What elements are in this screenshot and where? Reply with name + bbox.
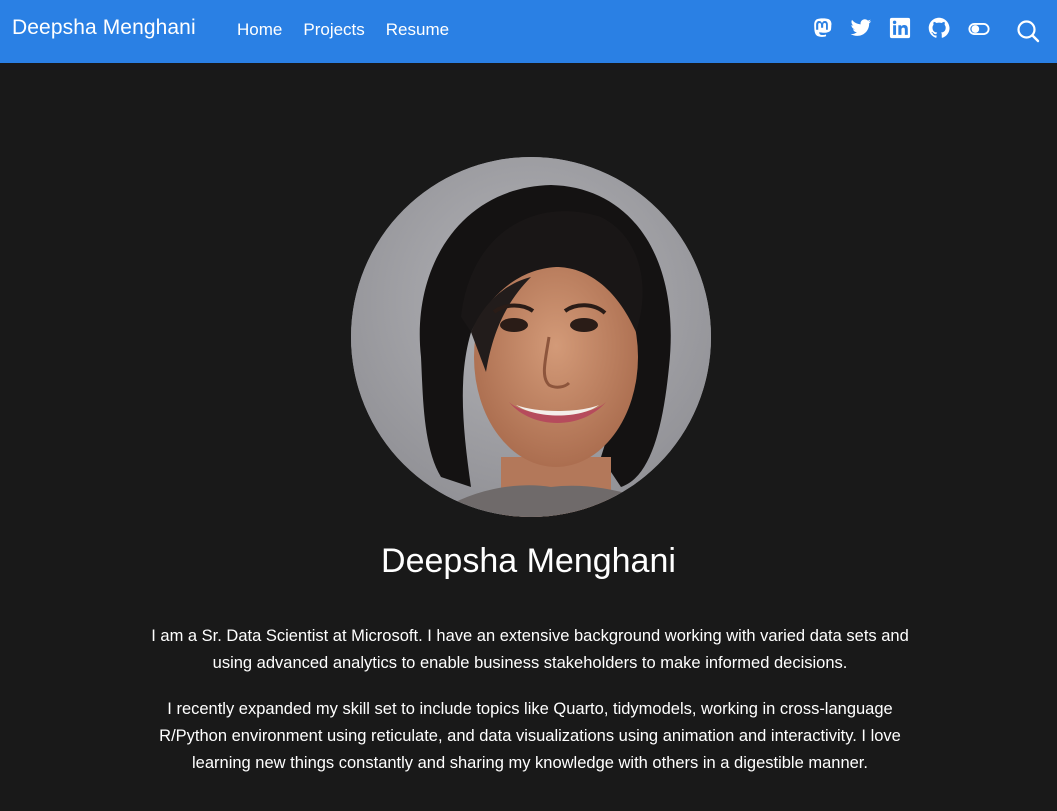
search-icon[interactable] — [1016, 19, 1040, 43]
navbar: Deepsha Menghani Home Projects Resume — [0, 0, 1057, 63]
profile-name: Deepsha Menghani — [381, 542, 676, 580]
nav-links: Home Projects Resume — [237, 20, 470, 40]
nav-link-home[interactable]: Home — [237, 20, 282, 40]
mastodon-icon[interactable] — [812, 17, 834, 39]
linkedin-icon[interactable] — [889, 17, 911, 39]
nav-link-resume[interactable]: Resume — [386, 20, 449, 40]
bio-paragraph-1: I am a Sr. Data Scientist at Microsoft. … — [151, 627, 909, 672]
site-brand-link[interactable]: Deepsha Menghani — [12, 16, 196, 40]
profile-photo — [351, 157, 711, 517]
github-icon[interactable] — [928, 17, 950, 39]
toggle-icon[interactable] — [968, 20, 990, 38]
profile-portrait-image — [351, 157, 711, 517]
nav-link-projects[interactable]: Projects — [303, 20, 364, 40]
bio-paragraph-2: I recently expanded my skill set to incl… — [159, 700, 901, 772]
twitter-icon[interactable] — [850, 17, 872, 39]
